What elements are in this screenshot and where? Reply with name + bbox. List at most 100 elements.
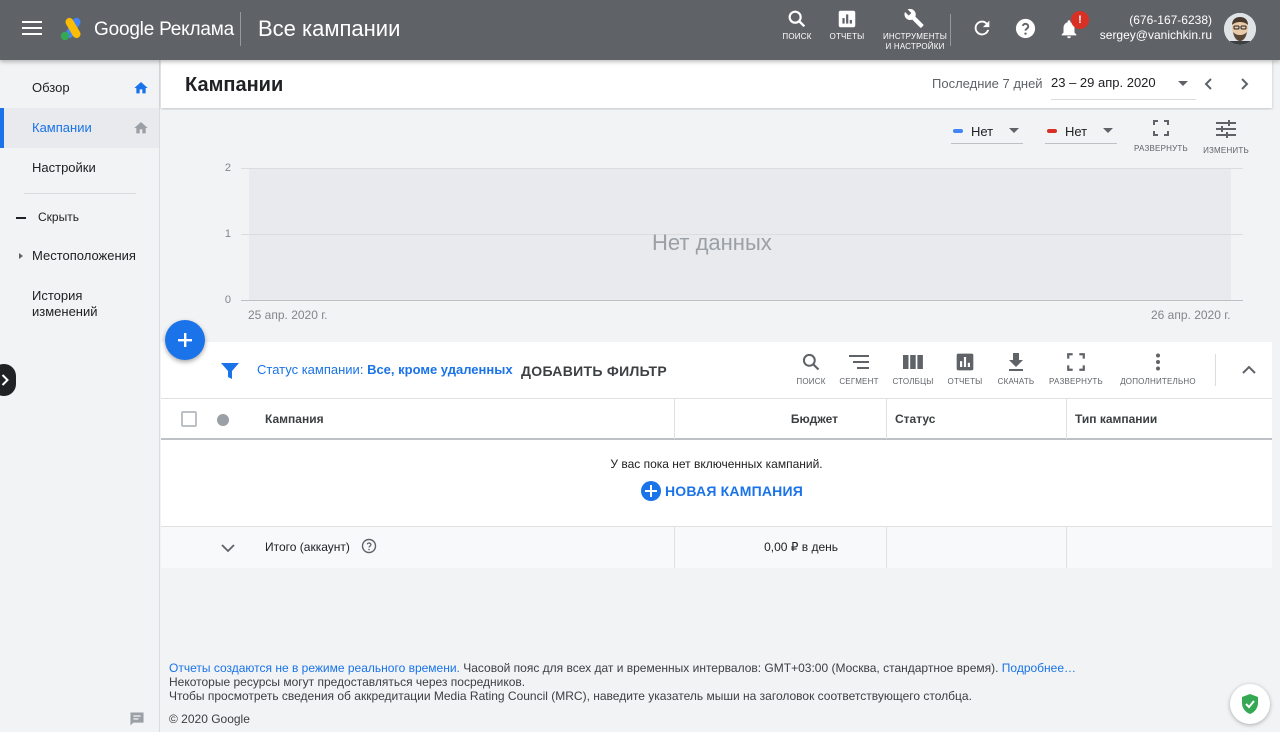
next-period-chevron-icon[interactable]	[1236, 76, 1252, 92]
divider	[950, 14, 951, 46]
sidebar-item-label: Местоположения	[32, 248, 136, 263]
sidebar-item-overview[interactable]: Обзор	[0, 68, 159, 108]
chart-expand-button[interactable]: РАЗВЕРНУТЬ	[1133, 120, 1189, 153]
campaigns-table-card: Статус кампании: Все, кроме удаленных ДО…	[161, 342, 1272, 568]
segment-lines-icon	[849, 355, 869, 369]
date-range-dropdown[interactable]: 23 – 29 апр. 2020	[1051, 72, 1196, 100]
filter-value: Все, кроме удаленных	[367, 362, 513, 377]
account-info[interactable]: (676-167-6238) sergey@vanichkin.ru	[1100, 13, 1212, 43]
feedback-icon[interactable]	[128, 711, 146, 727]
sidebar-item-settings[interactable]: Настройки	[0, 148, 159, 188]
menu-icon[interactable]	[22, 20, 42, 36]
page-heading: Все кампании	[258, 16, 401, 41]
status-column-dot-icon	[217, 414, 229, 426]
column-header-budget[interactable]: Бюджет	[675, 399, 838, 439]
x-tick-label: 26 апр. 2020 г.	[1151, 308, 1231, 322]
home-icon	[134, 82, 148, 94]
realtime-info-link[interactable]: Отчеты создаются не в режиме реального в…	[169, 661, 460, 675]
divider	[1215, 354, 1216, 386]
x-tick-label: 25 апр. 2020 г.	[248, 308, 328, 322]
account-email: sergey@vanichkin.ru	[1099, 28, 1212, 42]
metric-selector-2[interactable]: Нет	[1045, 122, 1117, 144]
sidebar-item-campaigns[interactable]: Кампании	[0, 108, 159, 148]
more-options-label: ДОПОЛНИТЕЛЬНО	[1120, 377, 1196, 386]
learn-more-link[interactable]: Подробнее…	[1002, 661, 1076, 675]
sidebar-toggle-button[interactable]	[0, 364, 16, 396]
gridline	[241, 168, 1243, 169]
reports-button[interactable]: ОТЧЕТЫ	[829, 8, 865, 41]
reports-button-label: ОТЧЕТЫ	[829, 32, 865, 41]
segment-button[interactable]: СЕГМЕНТ	[838, 352, 880, 386]
copyright: © 2020 Google	[169, 712, 250, 726]
account-phone: (676-167-6238)	[1129, 13, 1212, 27]
chart-expand-label: РАЗВЕРНУТЬ	[1134, 144, 1188, 153]
table-search-button[interactable]: ПОИСК	[795, 352, 827, 386]
timezone-text: Часовой пояс для всех дат и временных ин…	[459, 661, 1002, 675]
add-filter-button[interactable]: ДОБАВИТЬ ФИЛЬТР	[521, 363, 667, 379]
sidebar-item-change-history[interactable]: История изменений	[32, 288, 142, 320]
column-header-campaign[interactable]: Кампания	[265, 399, 324, 439]
metric-2-label: Нет	[1065, 124, 1088, 139]
hide-label: Скрыть	[38, 210, 79, 224]
help-icon[interactable]	[1014, 17, 1037, 40]
no-data-message: Нет данных	[652, 230, 772, 255]
columns-button[interactable]: СТОЛБЦЫ	[890, 352, 936, 386]
y-tick-label: 0	[224, 294, 231, 306]
table-expand-button[interactable]: РАЗВЕРНУТЬ	[1047, 352, 1105, 386]
metric-selector-1[interactable]: Нет	[951, 122, 1023, 144]
sidebar-item-label: Настройки	[32, 160, 96, 175]
fullscreen-icon	[1067, 353, 1085, 371]
create-fab-button[interactable]	[165, 320, 205, 360]
segment-label: СЕГМЕНТ	[839, 377, 879, 386]
brand-name: Google Реклама	[94, 19, 234, 40]
reports-icon	[956, 353, 974, 371]
column-header-status[interactable]: Статус	[895, 399, 935, 439]
previous-period-chevron-icon[interactable]	[1201, 76, 1217, 92]
download-icon	[1009, 353, 1023, 371]
column-header-campaign-type[interactable]: Тип кампании	[1075, 399, 1157, 439]
chart-edit-button[interactable]: ИЗМЕНИТЬ	[1201, 120, 1251, 155]
search-button[interactable]: ПОИСК	[782, 8, 812, 41]
search-icon	[802, 353, 820, 371]
empty-state-message: У вас пока нет включенных кампаний.	[610, 457, 823, 471]
chevron-down-icon[interactable]	[221, 541, 235, 555]
chevron-up-icon[interactable]	[1241, 362, 1257, 378]
date-range-value: 23 – 29 апр. 2020	[1051, 75, 1156, 90]
tune-sliders-icon	[1216, 120, 1236, 138]
campaign-status-filter[interactable]: Статус кампании: Все, кроме удаленных	[257, 362, 513, 377]
filter-funnel-icon[interactable]	[221, 362, 239, 380]
sidebar: Обзор Кампании Настройки Скрыть Местопол…	[0, 60, 160, 732]
shield-check-icon	[1242, 694, 1258, 714]
download-button[interactable]: СКАЧАТЬ	[995, 352, 1037, 386]
sidebar-item-locations[interactable]: Местоположения	[0, 241, 159, 271]
table-expand-label: РАЗВЕРНУТЬ	[1049, 377, 1103, 386]
table-reports-label: ОТЧЕТЫ	[947, 377, 983, 386]
help-circle-icon[interactable]	[361, 538, 377, 554]
notification-badge: !	[1071, 11, 1089, 29]
metric-1-label: Нет	[971, 124, 994, 139]
column-divider	[1066, 399, 1067, 439]
google-ads-logo-icon	[60, 17, 81, 41]
y-tick-label: 2	[224, 162, 231, 174]
table-search-label: ПОИСК	[796, 377, 826, 386]
refresh-icon[interactable]	[971, 17, 993, 39]
download-label: СКАЧАТЬ	[997, 377, 1035, 386]
footer-line-2: Некоторые ресурсы могут предоставляться …	[169, 675, 526, 689]
columns-icon	[903, 355, 923, 369]
footer-notes: Отчеты создаются не в режиме реального в…	[169, 661, 1199, 703]
columns-label: СТОЛБЦЫ	[892, 377, 934, 386]
footer-line-3: Чтобы просмотреть сведения об аккредитац…	[169, 689, 972, 703]
avatar[interactable]	[1224, 13, 1256, 45]
select-all-checkbox[interactable]	[181, 411, 197, 427]
security-shield-button[interactable]	[1230, 684, 1270, 724]
dropdown-caret-icon	[1009, 128, 1019, 133]
table-header-row: Кампания Бюджет Статус Тип кампании	[161, 398, 1272, 440]
hide-more-link[interactable]: Скрыть	[16, 210, 79, 224]
footer-line-1: Отчеты создаются не в режиме реального в…	[169, 661, 1199, 675]
more-options-button[interactable]: ДОПОЛНИТЕЛЬНО	[1119, 352, 1197, 386]
dropdown-caret-icon	[1178, 81, 1188, 86]
total-budget-value: 0,00 ₽ в день	[764, 540, 838, 554]
tools-settings-button[interactable]: ИНСТРУМЕНТЫ И НАСТРОЙКИ	[880, 8, 950, 52]
tools-label-line1: ИНСТРУМЕНТЫ	[882, 32, 948, 41]
table-reports-button[interactable]: ОТЧЕТЫ	[946, 352, 984, 386]
